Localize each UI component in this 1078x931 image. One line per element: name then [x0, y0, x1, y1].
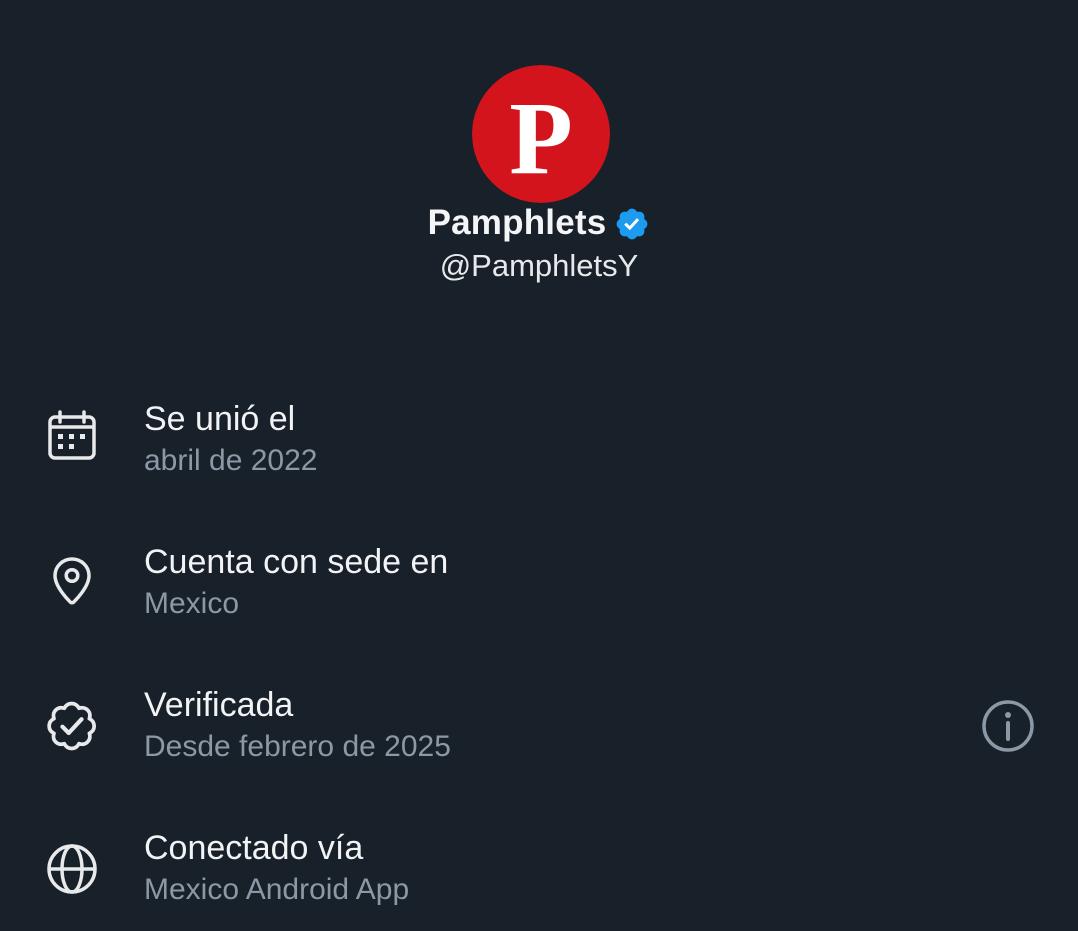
info-icon[interactable] [980, 698, 1036, 754]
calendar-icon [48, 410, 96, 460]
joined-row: Se unió el abril de 2022 [0, 390, 1078, 500]
joined-date: abril de 2022 [144, 444, 318, 477]
connected-row: Conectado vía Mexico Android App [0, 819, 1078, 929]
name-row: Pamphlets [0, 203, 1078, 243]
connected-label: Conectado vía [144, 829, 364, 867]
profile-handle: @PamphletsY [439, 248, 639, 283]
verified-badge-outline-icon [47, 701, 97, 751]
avatar-logo: P [472, 65, 610, 203]
location-label: Cuenta con sede en [144, 543, 449, 581]
globe-icon [47, 844, 97, 894]
joined-label: Se unió el [144, 400, 296, 438]
avatar[interactable]: P [472, 65, 610, 203]
verified-since: Desde febrero de 2025 [144, 730, 451, 763]
location-value: Mexico [144, 587, 240, 620]
avatar-letter: P [509, 81, 573, 196]
location-row: Cuenta con sede en Mexico [0, 533, 1078, 643]
verified-badge-icon[interactable] [614, 206, 650, 242]
verified-row: Verificada Desde febrero de 2025 [0, 676, 1078, 786]
verified-label: Verificada [144, 686, 294, 724]
location-pin-icon [53, 557, 91, 605]
display-name: Pamphlets [427, 203, 607, 242]
connected-value: Mexico Android App [144, 873, 410, 906]
